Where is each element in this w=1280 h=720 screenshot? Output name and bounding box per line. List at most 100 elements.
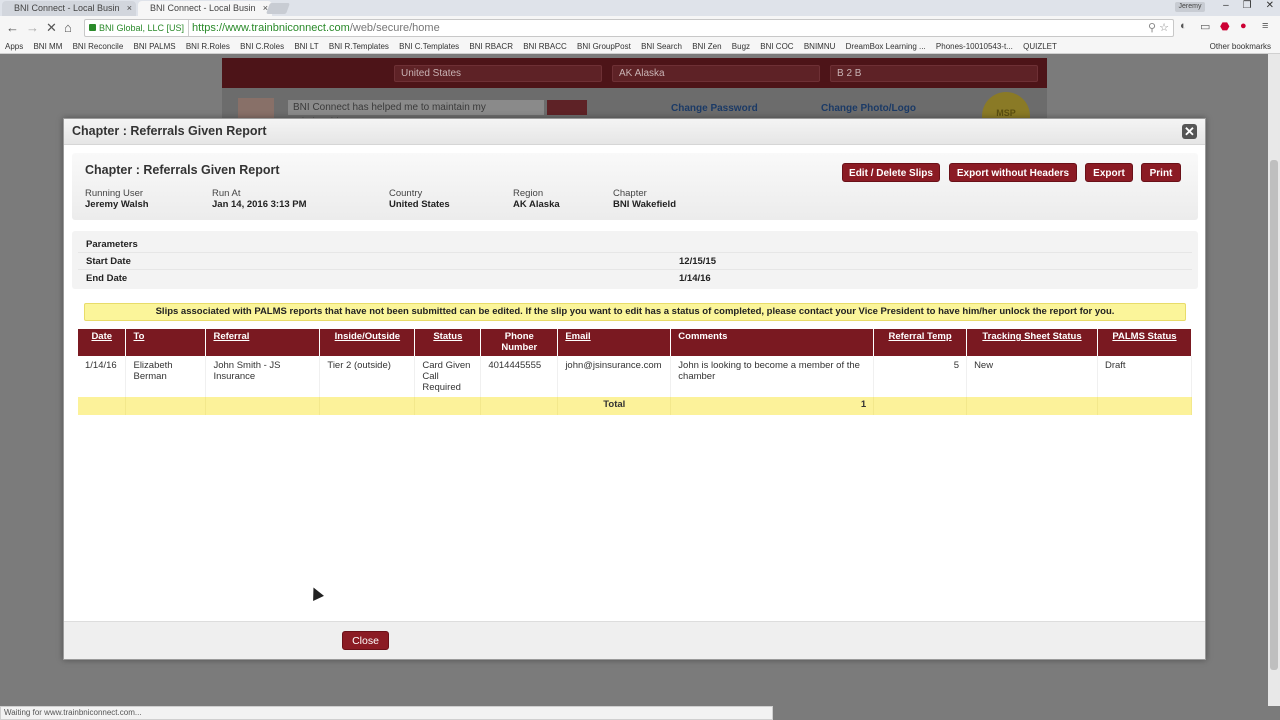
bg-profile-row: BNI Connect has helped me to maintain my… — [222, 88, 1047, 128]
browser-tab[interactable]: BNI Connect - Local Busin × — [2, 1, 136, 16]
meta-run-at: Run At Jan 14, 2016 3:13 PM — [212, 188, 307, 210]
bookmark-item[interactable]: BNI RBACC — [523, 40, 567, 53]
start-date-value: 12/15/15 — [679, 256, 716, 267]
bookmark-item[interactable]: Bugz — [732, 40, 750, 53]
col-to[interactable]: To — [125, 329, 207, 356]
bg-region-select: AK Alaska — [612, 65, 820, 82]
bookmark-item[interactable]: BNIMNU — [804, 40, 836, 53]
col-status[interactable]: Status — [414, 329, 482, 356]
cell-palms-status: Draft — [1097, 356, 1193, 397]
total-cell — [319, 397, 416, 415]
bg-button — [547, 100, 587, 115]
col-inside-outside[interactable]: Inside/Outside — [319, 329, 416, 356]
bg-type-select: B 2 B — [830, 65, 1038, 82]
url-path: /web/secure/home — [349, 22, 440, 34]
parameters-panel: Parameters Start Date 12/15/15 End Date … — [72, 231, 1198, 289]
cell-date: 1/14/16 — [78, 356, 127, 397]
col-referral-temp[interactable]: Referral Temp — [873, 329, 968, 356]
meta-label: Run At — [212, 188, 241, 199]
cell-referral: John Smith - JS Insurance — [205, 356, 321, 397]
total-cell — [78, 397, 127, 415]
export-button[interactable]: Export — [1085, 163, 1133, 182]
minimize-icon[interactable]: – — [1223, 0, 1229, 11]
close-button[interactable]: Close — [342, 631, 389, 650]
bookmark-item[interactable]: DreamBox Learning ... — [846, 40, 926, 53]
total-cell — [414, 397, 482, 415]
meta-label: Chapter — [613, 188, 647, 199]
adblock-icon[interactable]: ⬣ — [1220, 20, 1230, 33]
bookmark-item[interactable]: QUIZLET — [1023, 40, 1057, 53]
edit-delete-slips-button[interactable]: Edit / Delete Slips — [842, 163, 940, 182]
divider — [78, 269, 1192, 270]
cell-referral-temp: 5 — [873, 356, 968, 397]
table-row: 1/14/16 Elizabeth Berman John Smith - JS… — [78, 356, 1193, 397]
bookmark-item[interactable]: Phones-10010543-t... — [936, 40, 1013, 53]
home-icon[interactable]: ⌂ — [64, 20, 72, 35]
back-icon[interactable]: ← — [6, 20, 19, 35]
secure-badge: BNI Global, LLC [US] — [85, 20, 190, 36]
browser-tab-bar: BNI Connect - Local Busin × BNI Connect -… — [0, 0, 1280, 16]
modal-footer: Close — [64, 621, 1205, 659]
meta-running-user: Running User Jeremy Walsh — [85, 188, 149, 210]
export-without-headers-button[interactable]: Export without Headers — [949, 163, 1077, 182]
print-button[interactable]: Print — [1141, 163, 1181, 182]
bookmark-item[interactable]: BNI GroupPost — [577, 40, 631, 53]
bookmark-star-icon[interactable]: ☆ — [1159, 22, 1169, 34]
total-cell — [873, 397, 968, 415]
start-date-label: Start Date — [86, 256, 131, 267]
cell-email: john@jsinsurance.com — [557, 356, 672, 397]
bookmark-item[interactable]: BNI Search — [641, 40, 682, 53]
url-scheme: https:// — [192, 22, 226, 34]
stop-icon[interactable]: ✕ — [46, 20, 57, 36]
bookmark-item[interactable]: BNI Zen — [692, 40, 721, 53]
bookmark-item[interactable]: BNI R.Templates — [329, 40, 389, 53]
col-email[interactable]: Email — [557, 329, 672, 356]
end-date-value: 1/14/16 — [679, 273, 711, 284]
bookmark-item[interactable]: Apps — [5, 40, 23, 53]
close-icon[interactable]: ✕ — [1182, 124, 1197, 139]
divider — [78, 252, 1192, 253]
bookmark-item[interactable]: BNI MM — [33, 40, 62, 53]
other-bookmarks[interactable]: Other bookmarks — [1210, 40, 1271, 53]
bookmark-item[interactable]: BNI LT — [294, 40, 318, 53]
table-header-row: Date To Referral Inside/Outside Status P… — [78, 329, 1193, 356]
modal-title: Chapter : Referrals Given Report — [64, 119, 1205, 145]
col-palms-status[interactable]: PALMS Status — [1097, 329, 1193, 356]
close-window-icon[interactable]: ✕ — [1266, 0, 1274, 11]
close-tab-icon[interactable]: × — [127, 1, 132, 15]
search-icon[interactable]: ⚲ — [1148, 22, 1156, 34]
cell-tracking-status: New — [966, 356, 1098, 397]
bookmark-item[interactable]: BNI PALMS — [134, 40, 176, 53]
col-phone: Phone Number — [480, 329, 559, 356]
report-modal: Chapter : Referrals Given Report ✕ Chapt… — [63, 118, 1206, 660]
menu-icon[interactable]: ≡ — [1262, 20, 1268, 32]
bookmark-item[interactable]: BNI Reconcile — [73, 40, 124, 53]
page-scrollbar[interactable] — [1268, 54, 1280, 706]
col-tracking-status[interactable]: Tracking Sheet Status — [966, 329, 1098, 356]
bookmark-item[interactable]: BNI C.Roles — [240, 40, 284, 53]
meta-label: Region — [513, 188, 544, 199]
meta-value: Jan 14, 2016 3:13 PM — [212, 199, 307, 210]
bg-quote: BNI Connect has helped me to maintain my… — [288, 100, 544, 128]
total-cell — [205, 397, 321, 415]
bookmark-item[interactable]: BNI R.Roles — [186, 40, 230, 53]
forward-icon[interactable]: → — [26, 20, 39, 35]
extension-icon[interactable]: ◐ — [1180, 20, 1187, 32]
total-cell — [125, 397, 207, 415]
maximize-icon[interactable]: ❐ — [1243, 0, 1252, 11]
cast-icon[interactable]: ▭ — [1200, 20, 1210, 33]
bookmark-item[interactable]: BNI COC — [760, 40, 793, 53]
scrollbar-thumb[interactable] — [1270, 160, 1278, 670]
bookmark-item[interactable]: BNI RBACR — [469, 40, 513, 53]
new-tab-button[interactable] — [265, 3, 291, 14]
browser-tab-active[interactable]: BNI Connect - Local Busin × — [138, 1, 272, 16]
address-input[interactable]: BNI Global, LLC [US] https://www.trainbni… — [84, 19, 1174, 37]
col-date[interactable]: Date — [78, 329, 127, 356]
referrals-table: Date To Referral Inside/Outside Status P… — [78, 329, 1193, 415]
pinterest-icon[interactable]: ● — [1240, 20, 1247, 32]
bookmark-item[interactable]: BNI C.Templates — [399, 40, 459, 53]
avatar — [238, 98, 274, 118]
profile-badge[interactable]: Jeremy — [1175, 2, 1205, 12]
change-photo-link: Change Photo/Logo — [821, 103, 916, 114]
col-referral[interactable]: Referral — [205, 329, 321, 356]
